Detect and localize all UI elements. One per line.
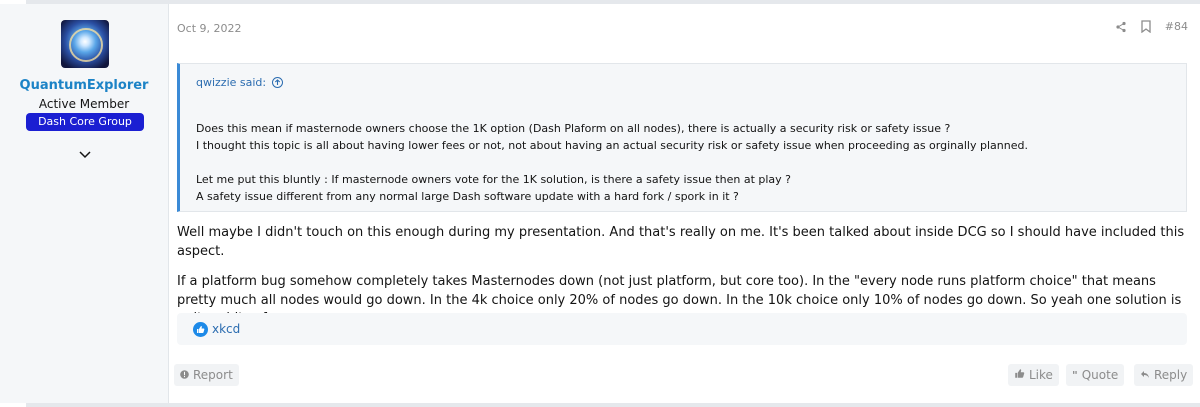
reactions-bar[interactable]: xkcd: [177, 313, 1187, 345]
report-label: Report: [193, 368, 233, 382]
quote-line: A safety issue different from any normal…: [196, 190, 739, 203]
quote-line: Let me put this bluntly : If masternode …: [196, 173, 792, 186]
reply-button[interactable]: Reply: [1134, 364, 1194, 386]
quote-marks-icon: ": [1072, 368, 1078, 382]
like-button[interactable]: Like: [1008, 364, 1059, 386]
quote-body: Does this mean if masternode owners choo…: [196, 120, 1176, 205]
report-button[interactable]: Report: [174, 364, 239, 386]
avatar[interactable]: [61, 20, 109, 68]
reply-label: Reply: [1154, 368, 1188, 382]
username-link[interactable]: QuantumExplorer: [0, 78, 168, 93]
reaction-user-link[interactable]: xkcd: [212, 322, 240, 336]
quote-author[interactable]: qwizzie said:: [196, 76, 266, 89]
post-actions: #84: [1115, 20, 1188, 33]
user-title: Active Member: [38, 97, 130, 111]
quote-line: I thought this topic is all about having…: [196, 139, 1028, 152]
bottom-border: [26, 403, 1200, 407]
user-info-column: QuantumExplorer Active Member Dash Core …: [0, 4, 169, 403]
share-icon[interactable]: [1115, 21, 1127, 33]
quote-line: Does this mean if masternode owners choo…: [196, 122, 951, 135]
reply-arrow-icon: [1140, 368, 1150, 382]
expand-chevron-icon[interactable]: [77, 147, 93, 163]
quote-block: qwizzie said: Does this mean if masterno…: [177, 63, 1187, 212]
warning-icon: [180, 368, 189, 382]
quote-label: Quote: [1081, 368, 1119, 382]
thumbs-up-icon: [193, 321, 208, 337]
arrow-up-circle-icon[interactable]: [272, 77, 284, 88]
post-number-link[interactable]: #84: [1165, 20, 1188, 33]
quote-header[interactable]: qwizzie said:: [196, 76, 284, 89]
bookmark-icon[interactable]: [1141, 20, 1151, 33]
message-paragraph: Well maybe I didn't touch on this enough…: [177, 225, 1185, 259]
post-date[interactable]: Oct 9, 2022: [177, 22, 242, 35]
like-label: Like: [1029, 368, 1053, 382]
thumbs-up-icon: [1014, 368, 1025, 382]
top-border: [26, 0, 1200, 4]
user-banner: Dash Core Group: [26, 113, 144, 131]
quote-button[interactable]: " Quote: [1066, 364, 1125, 386]
